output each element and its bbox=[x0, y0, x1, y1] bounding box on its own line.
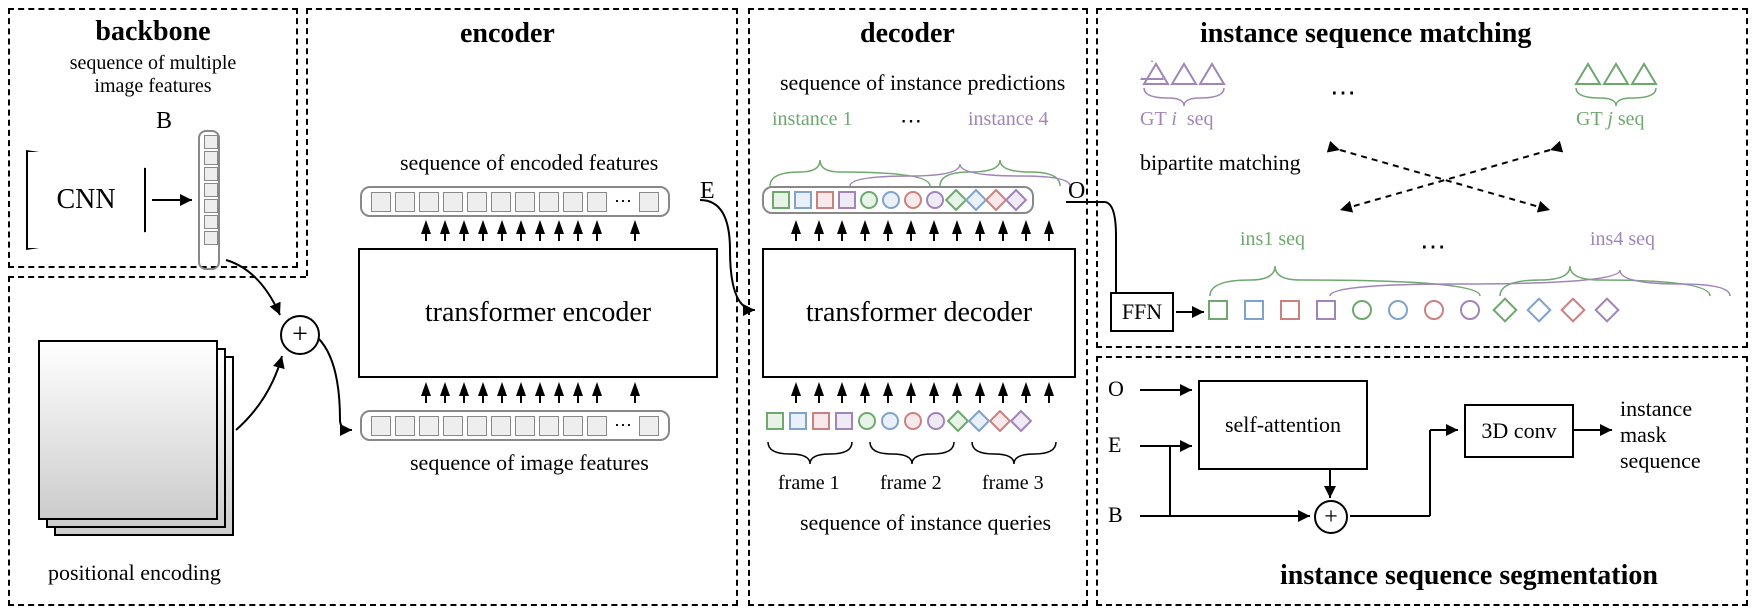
dec-top-label: sequence of instance predictions bbox=[780, 70, 1065, 96]
instance4-label: instance 4 bbox=[968, 108, 1049, 131]
ffn-box: FFN bbox=[1110, 292, 1174, 332]
enc-up-arrows-bot bbox=[370, 382, 690, 396]
token-ci-blue bbox=[882, 191, 900, 209]
encoder-title: encoder bbox=[460, 18, 555, 50]
enc-bot-label: sequence of image features bbox=[410, 450, 649, 476]
cnn-trapezoid: CNN bbox=[26, 150, 146, 250]
token-di-purple bbox=[1005, 189, 1028, 212]
token-ci-green bbox=[860, 191, 878, 209]
enc-top-strip: ⋯ bbox=[360, 186, 670, 217]
o-label-dec: O bbox=[1068, 178, 1085, 205]
matching-panel bbox=[1096, 8, 1748, 348]
dec-bot-label: sequence of instance queries bbox=[800, 510, 1051, 536]
token-ci-red bbox=[904, 191, 922, 209]
transformer-encoder-box: transformer encoder bbox=[358, 248, 718, 378]
dots: ⋯ bbox=[900, 108, 926, 134]
ins4-label: ins4 seq bbox=[1590, 228, 1655, 251]
decoder-title: decoder bbox=[860, 18, 955, 50]
enc-bot-strip: ⋯ bbox=[360, 410, 670, 441]
pos-enc-label: positional encoding bbox=[48, 560, 221, 586]
token-ci-purple bbox=[926, 191, 944, 209]
ins1-label: ins1 seq bbox=[1240, 228, 1305, 251]
token-sq-red bbox=[816, 191, 834, 209]
gt-j-label: GT j seq bbox=[1576, 108, 1645, 131]
seg-e: E bbox=[1108, 432, 1121, 458]
seg-b: B bbox=[1108, 502, 1123, 528]
token-sq-blue bbox=[794, 191, 812, 209]
seg-o: O bbox=[1108, 376, 1124, 402]
enc-top-label: sequence of encoded features bbox=[400, 150, 658, 176]
plus-icon-seg: + bbox=[1314, 500, 1348, 534]
conv3d-box: 3D conv bbox=[1464, 404, 1574, 458]
gt-i-label: GT i seq bbox=[1140, 108, 1214, 131]
dec-up-arrows-top bbox=[772, 220, 1072, 234]
gt-i-triangles bbox=[1140, 60, 1164, 80]
plus-icon: + bbox=[280, 315, 320, 355]
dots-mid: ⋯ bbox=[1420, 232, 1454, 262]
instance1-label: instance 1 bbox=[772, 108, 853, 131]
frame3-label: frame 3 bbox=[982, 472, 1044, 495]
dec-bot-tokens bbox=[766, 412, 1029, 430]
token-sq-purple bbox=[838, 191, 856, 209]
enc-up-arrows-top bbox=[370, 220, 690, 234]
e-label-enc: E bbox=[700, 178, 715, 205]
b-label: B bbox=[156, 108, 172, 135]
frame2-label: frame 2 bbox=[880, 472, 942, 495]
backbone-subtitle: sequence of multiple image features bbox=[10, 52, 296, 98]
bipartite-label: bipartite matching bbox=[1140, 150, 1301, 176]
seg-out-label: instance mask sequence bbox=[1620, 396, 1701, 474]
segmentation-title: instance sequence segmentation bbox=[1280, 560, 1658, 592]
matching-title: instance sequence matching bbox=[1200, 18, 1531, 50]
dec-top-strip bbox=[762, 186, 1034, 214]
ins-tokens bbox=[1208, 300, 1616, 320]
transformer-decoder-box: transformer decoder bbox=[762, 248, 1076, 378]
frame1-label: frame 1 bbox=[778, 472, 840, 495]
dec-up-arrows-bot bbox=[772, 382, 1072, 396]
backbone-panel: backbone sequence of multiple image feat… bbox=[8, 8, 298, 268]
token-sq-green bbox=[772, 191, 790, 209]
self-attention-box: self-attention bbox=[1198, 380, 1368, 470]
feature-column bbox=[198, 130, 220, 270]
backbone-title: backbone bbox=[10, 16, 296, 48]
dots-top: ⋯ bbox=[1330, 78, 1364, 108]
